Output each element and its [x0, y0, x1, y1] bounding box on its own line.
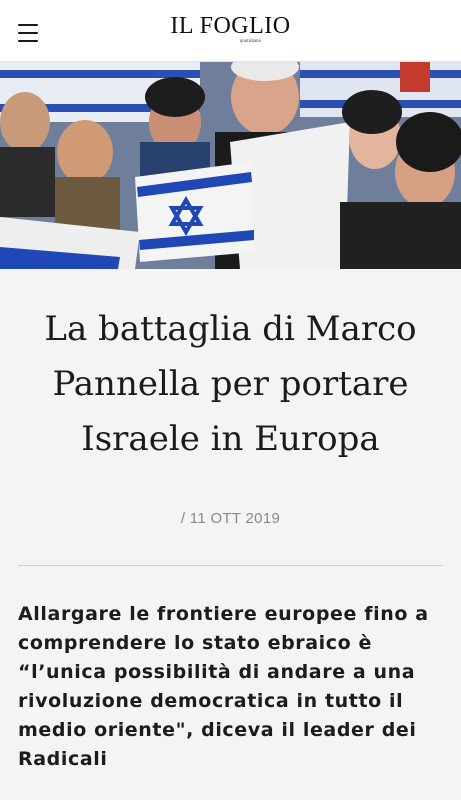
article-headline[interactable]: La battaglia di Marco Pannella per porta… — [0, 302, 461, 467]
article-summary: Allargare le frontiere europee fino a co… — [18, 603, 429, 770]
hero-photo — [0, 62, 461, 269]
divider — [18, 565, 443, 566]
logo-subtitle: quotidiano — [239, 39, 262, 44]
article-date: / 11 OTT 2019 — [180, 510, 281, 527]
logo-text: IL FOGLIO — [170, 13, 291, 39]
site-logo[interactable]: IL FOGLIO quotidiano — [0, 14, 461, 44]
hero-image[interactable] — [0, 62, 461, 269]
top-bar: IL FOGLIO quotidiano — [0, 0, 461, 62]
